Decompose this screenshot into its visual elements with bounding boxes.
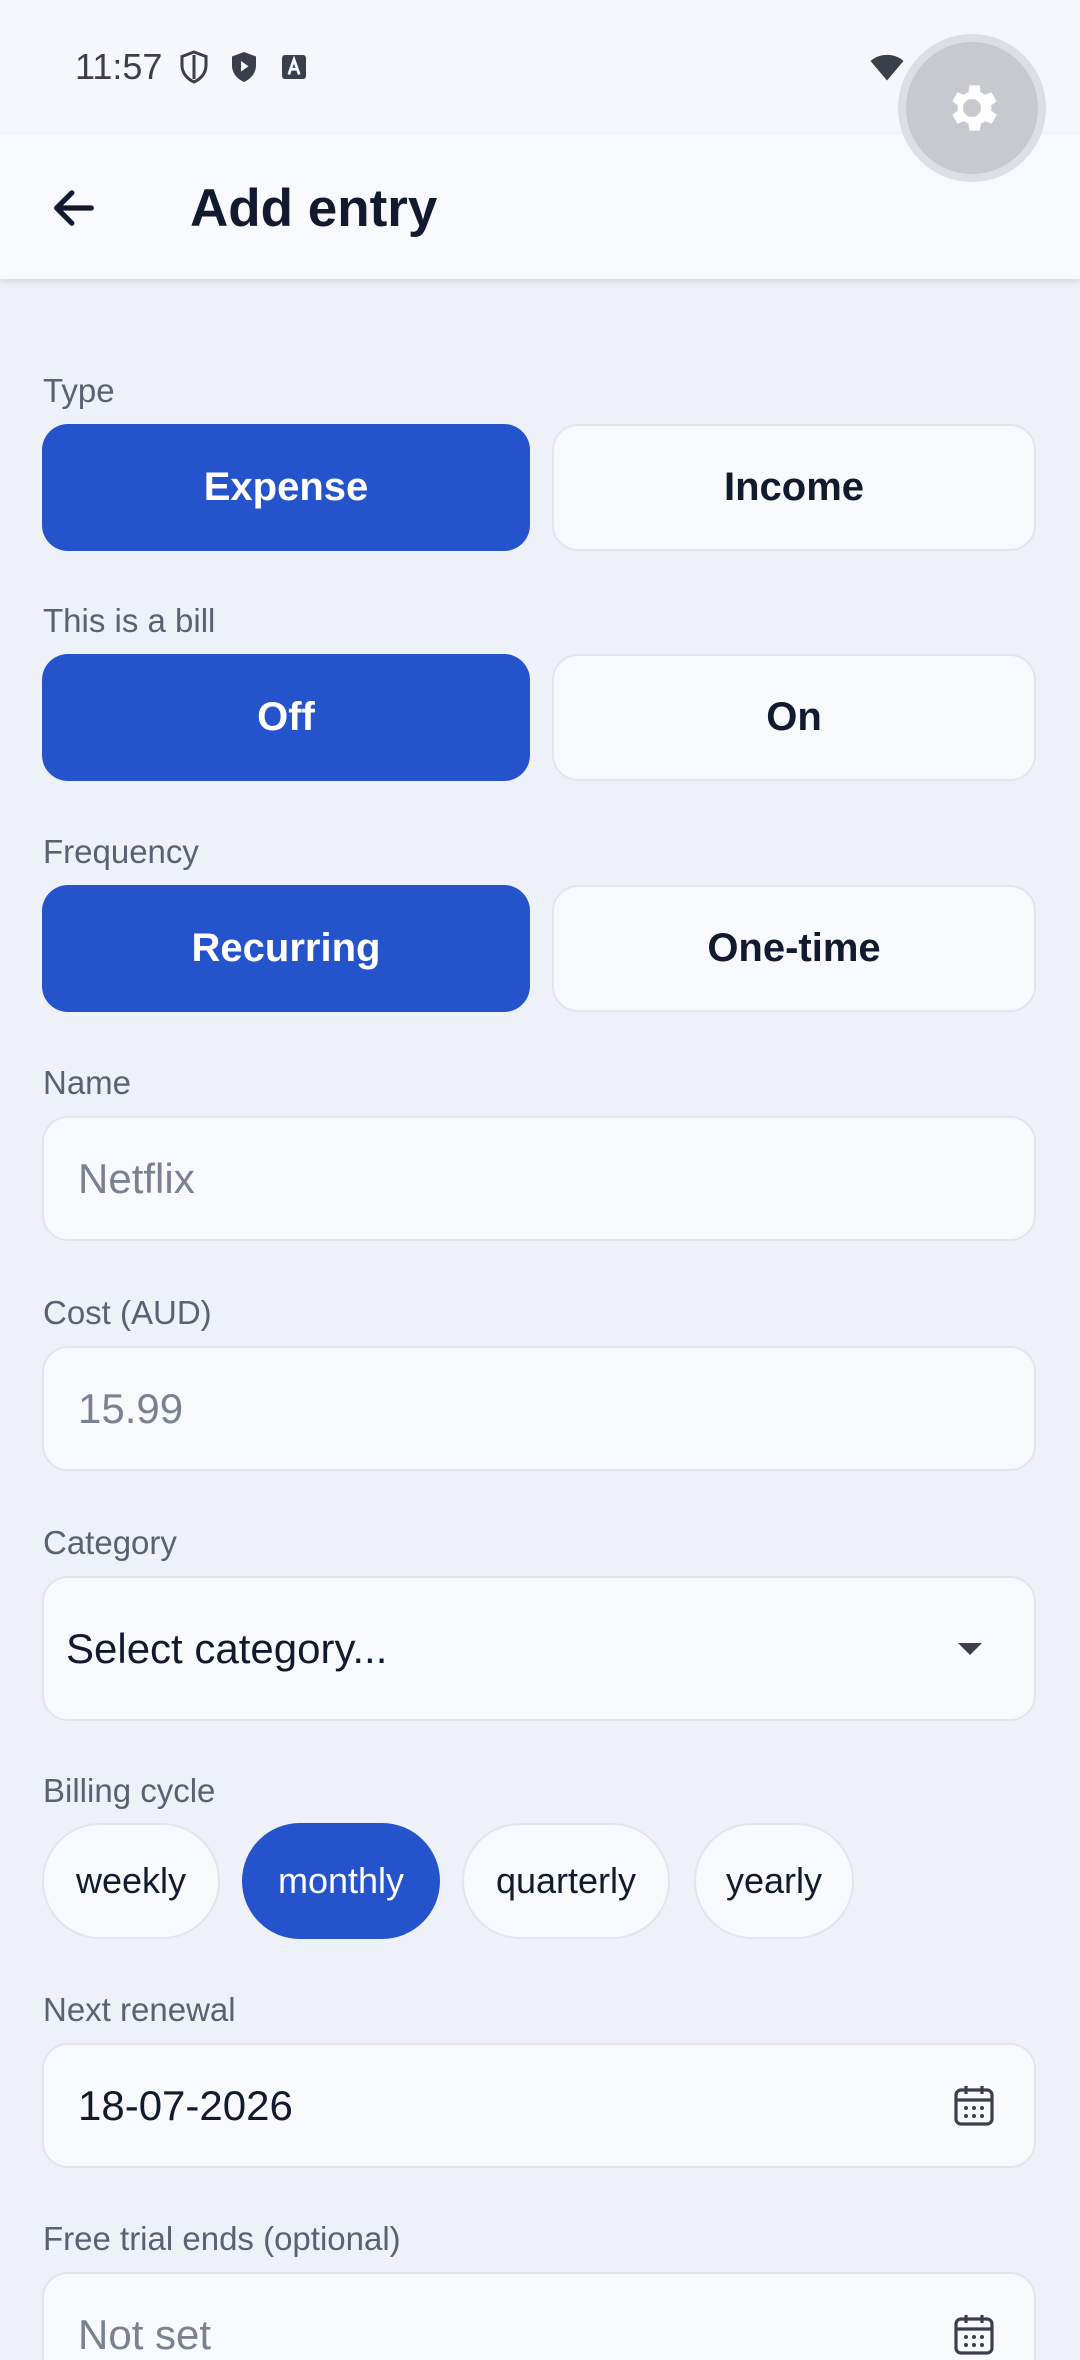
- next-renewal-field[interactable]: 18-07-2026: [42, 2043, 1036, 2168]
- app-bar: Add entry: [0, 134, 1080, 279]
- cost-input[interactable]: [78, 1384, 1000, 1433]
- shield-outline-icon: [180, 50, 208, 84]
- free-trial-label: Free trial ends (optional): [43, 2220, 401, 2257]
- back-button[interactable]: [36, 170, 112, 246]
- billing-cycle-quarterly-chip[interactable]: quarterly: [462, 1823, 670, 1939]
- page-title: Add entry: [190, 179, 438, 238]
- calendar-icon[interactable]: [950, 2311, 998, 2359]
- calendar-icon[interactable]: [950, 2082, 998, 2130]
- type-income-button[interactable]: Income: [552, 424, 1036, 551]
- next-renewal-label: Next renewal: [43, 1991, 236, 2028]
- caret-down-icon: [958, 1642, 982, 1655]
- wifi-icon: [870, 54, 904, 81]
- status-left: 11:57: [75, 46, 312, 88]
- status-time: 11:57: [75, 46, 163, 87]
- frequency-recurring-button[interactable]: Recurring: [42, 885, 530, 1012]
- billing-cycle-label: Billing cycle: [43, 1772, 216, 1809]
- name-label: Name: [43, 1064, 132, 1101]
- a-box-icon: [282, 55, 307, 79]
- name-field[interactable]: [42, 1116, 1036, 1241]
- billing-cycle-yearly-chip[interactable]: yearly: [694, 1823, 854, 1939]
- billing-cycle-monthly-chip[interactable]: monthly: [242, 1823, 440, 1939]
- bill-off-button[interactable]: Off: [42, 654, 530, 781]
- frequency-one-time-button[interactable]: One-time: [552, 885, 1036, 1012]
- category-label: Category: [43, 1524, 177, 1561]
- next-renewal-value: 18-07-2026: [78, 2081, 293, 2129]
- cost-label: Cost (AUD): [43, 1294, 212, 1331]
- settings-button[interactable]: [906, 42, 1038, 174]
- type-label: Type: [43, 372, 115, 409]
- billing-cycle-weekly-chip[interactable]: weekly: [42, 1823, 220, 1939]
- free-trial-field[interactable]: Not set: [42, 2272, 1036, 2360]
- category-select[interactable]: Select category...: [42, 1576, 1036, 1721]
- type-expense-button[interactable]: Expense: [42, 424, 530, 551]
- frequency-label: Frequency: [43, 833, 199, 870]
- arrow-left-icon: [54, 190, 94, 226]
- play-shield-icon: [232, 52, 257, 82]
- gear-icon: [952, 85, 997, 131]
- name-input[interactable]: [78, 1154, 1000, 1203]
- bill-label: This is a bill: [43, 602, 216, 639]
- category-selected-value: Select category...: [66, 1624, 388, 1672]
- cost-field[interactable]: [42, 1346, 1036, 1471]
- bill-on-button[interactable]: On: [552, 654, 1036, 781]
- free-trial-placeholder: Not set: [78, 2310, 212, 2358]
